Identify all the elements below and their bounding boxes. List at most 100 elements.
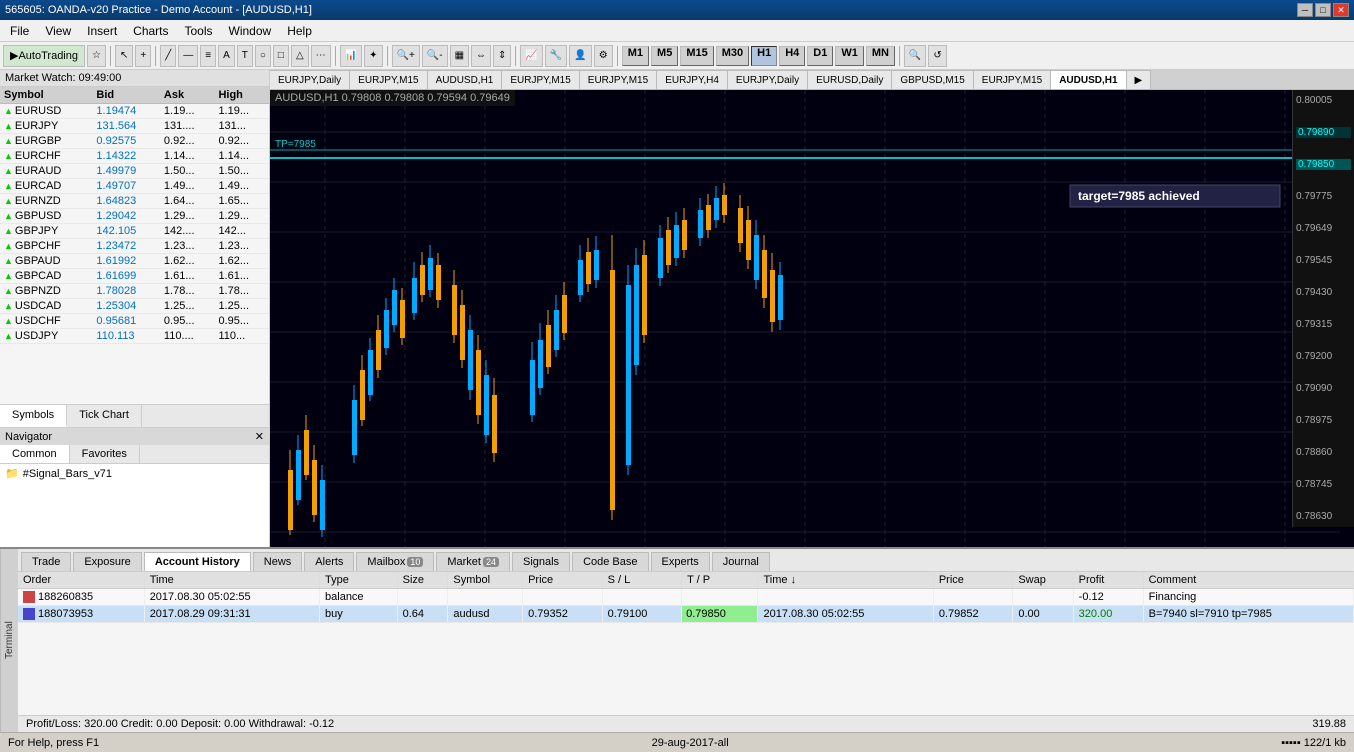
nav-tab-favorites[interactable]: Favorites	[70, 445, 140, 463]
chart-tab-8[interactable]: GBPUSD,M15	[892, 70, 973, 90]
market-watch-row[interactable]: USDCHF 0.95681 0.95... 0.95...	[0, 314, 269, 329]
template-btn[interactable]: 🔧	[545, 45, 567, 67]
settings-btn[interactable]: ⚙	[594, 45, 613, 67]
tab-trade[interactable]: Trade	[21, 552, 71, 571]
market-watch-row[interactable]: EURCHF 1.14322 1.14... 1.14...	[0, 149, 269, 164]
tf-m5[interactable]: M5	[651, 46, 678, 66]
minimize-button[interactable]: ─	[1297, 3, 1313, 17]
market-watch-row[interactable]: EURNZD 1.64823 1.64... 1.65...	[0, 194, 269, 209]
price-10: 0.78975	[1296, 415, 1351, 426]
market-watch-row[interactable]: EURAUD 1.49979 1.50... 1.50...	[0, 164, 269, 179]
menu-help[interactable]: Help	[279, 22, 320, 40]
chart-canvas[interactable]: AUDUSD,H1 0.79808 0.79808 0.79594 0.7964…	[270, 90, 1354, 547]
crosshair-tool[interactable]: +	[135, 45, 151, 67]
tab-experts[interactable]: Experts	[651, 552, 710, 571]
zoom-out[interactable]: 🔍-	[422, 45, 448, 67]
tab-code-base[interactable]: Code Base	[572, 552, 648, 571]
tf-m30[interactable]: M30	[716, 46, 749, 66]
triangle-tool[interactable]: △	[291, 45, 309, 67]
tf-h4[interactable]: H4	[779, 46, 805, 66]
tf-m1[interactable]: M1	[622, 46, 649, 66]
profit-cell: -0.12	[1073, 589, 1143, 606]
market-watch-row[interactable]: GBPAUD 1.61992 1.62... 1.62...	[0, 254, 269, 269]
nav-tab-common[interactable]: Common	[0, 445, 70, 463]
tab-journal[interactable]: Journal	[712, 552, 770, 571]
menu-window[interactable]: Window	[221, 22, 280, 40]
chart-tab-3[interactable]: EURJPY,M15	[502, 70, 579, 90]
tab-alerts[interactable]: Alerts	[304, 552, 354, 571]
market-watch-row[interactable]: EURCAD 1.49707 1.49... 1.49...	[0, 179, 269, 194]
close-button[interactable]: ✕	[1333, 3, 1349, 17]
navigator: Navigator ✕ Common Favorites 📁 #Signal_B…	[0, 427, 269, 547]
chart-tab-10[interactable]: AUDUSD,H1	[1051, 70, 1126, 90]
table-row[interactable]: 188073953 2017.08.29 09:31:31 buy 0.64 a…	[18, 606, 1354, 623]
chart-tab-1[interactable]: EURJPY,M15	[350, 70, 427, 90]
tf-mn[interactable]: MN	[866, 46, 895, 66]
tf-m15[interactable]: M15	[680, 46, 713, 66]
chart-view[interactable]: ▦	[450, 45, 469, 67]
market-watch-row[interactable]: EURGBP 0.92575 0.92... 0.92...	[0, 134, 269, 149]
text2-tool[interactable]: T	[237, 45, 253, 67]
ellipse-tool[interactable]: ○	[255, 45, 271, 67]
search-btn[interactable]: 🔍	[904, 45, 926, 67]
tab-news[interactable]: News	[253, 552, 303, 571]
restore-button[interactable]: □	[1315, 3, 1331, 17]
candle-tool[interactable]: 📊	[340, 45, 362, 67]
tab-market[interactable]: Market24	[436, 552, 510, 571]
menu-view[interactable]: View	[37, 22, 79, 40]
bid-cell: 142.105	[92, 224, 160, 239]
bid-cell: 1.25304	[92, 299, 160, 314]
chart-tab-2[interactable]: AUDUSD,H1	[428, 70, 503, 90]
tf-w1[interactable]: W1	[835, 46, 864, 66]
market-watch-row[interactable]: GBPUSD 1.29042 1.29... 1.29...	[0, 209, 269, 224]
menu-charts[interactable]: Charts	[125, 22, 176, 40]
market-watch-row[interactable]: USDJPY 110.113 110.... 110...	[0, 329, 269, 344]
tab-symbols[interactable]: Symbols	[0, 405, 67, 427]
fib-tool[interactable]: ≡	[200, 45, 216, 67]
refresh-btn[interactable]: ↺	[928, 45, 946, 67]
chart-tab-4[interactable]: EURJPY,M15	[580, 70, 657, 90]
scale-btn[interactable]: ⇔	[471, 45, 491, 67]
toolbar-star[interactable]: ☆	[87, 45, 106, 67]
chart-tab-9[interactable]: EURJPY,M15	[974, 70, 1051, 90]
nav-item-label[interactable]: #Signal_Bars_v71	[23, 468, 112, 480]
tool-5[interactable]: ✦	[364, 45, 382, 67]
zoom-in[interactable]: 🔍+	[392, 45, 420, 67]
market-watch-row[interactable]: GBPJPY 142.105 142.... 142...	[0, 224, 269, 239]
price-4: 0.79649	[1296, 223, 1351, 234]
menu-file[interactable]: File	[2, 22, 37, 40]
tool-more[interactable]: ⋯	[311, 45, 331, 67]
market-watch-row[interactable]: EURJPY 131.564 131.... 131...	[0, 119, 269, 134]
tab-mailbox[interactable]: Mailbox10	[356, 552, 434, 571]
rect-tool[interactable]: □	[273, 45, 289, 67]
indicator-btn[interactable]: 📈	[520, 45, 542, 67]
chart-tab-7[interactable]: EURUSD,Daily	[808, 70, 892, 90]
text-tool[interactable]: A	[218, 45, 235, 67]
market-watch-row[interactable]: GBPNZD 1.78028 1.78... 1.78...	[0, 284, 269, 299]
tab-exposure[interactable]: Exposure	[73, 552, 141, 571]
market-watch-row[interactable]: GBPCHF 1.23472 1.23... 1.23...	[0, 239, 269, 254]
market-watch-row[interactable]: EURUSD 1.19474 1.19... 1.19...	[0, 104, 269, 119]
terminal-label[interactable]: Terminal	[0, 549, 18, 732]
symbol-cell: EURJPY	[0, 119, 92, 134]
tab-signals[interactable]: Signals	[512, 552, 570, 571]
tab-account-history[interactable]: Account History	[144, 552, 251, 571]
nav-close-icon[interactable]: ✕	[255, 430, 264, 443]
menu-tools[interactable]: Tools	[177, 22, 221, 40]
hline-tool[interactable]: —	[178, 45, 198, 67]
market-watch-row[interactable]: GBPCAD 1.61699 1.61... 1.61...	[0, 269, 269, 284]
chart-tab-nav[interactable]: ▶	[1127, 70, 1152, 90]
tf-h1[interactable]: H1	[751, 46, 777, 66]
profile-btn[interactable]: 👤	[569, 45, 591, 67]
chart-tab-6[interactable]: EURJPY,Daily	[728, 70, 808, 90]
menu-insert[interactable]: Insert	[79, 22, 125, 40]
chart-tab-5[interactable]: EURJPY,H4	[657, 70, 728, 90]
market-watch-row[interactable]: USDCAD 1.25304 1.25... 1.25...	[0, 299, 269, 314]
tab-tick-chart[interactable]: Tick Chart	[67, 405, 142, 427]
tf-d1[interactable]: D1	[807, 46, 833, 66]
autotrading-button[interactable]: ▶ AutoTrading	[3, 45, 85, 67]
arrow-tool[interactable]: ↖	[115, 45, 133, 67]
chart-tab-0[interactable]: EURJPY,Daily	[270, 70, 350, 90]
line-tool[interactable]: ╱	[160, 45, 176, 67]
chart-btn2[interactable]: ⇕	[493, 45, 511, 67]
